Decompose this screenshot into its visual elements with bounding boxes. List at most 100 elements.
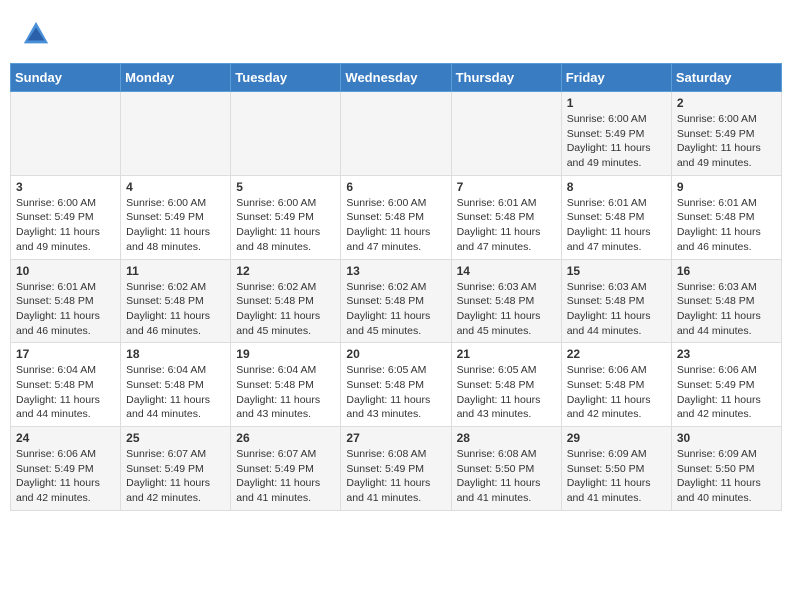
day-number: 17 (16, 347, 115, 361)
day-info: Sunrise: 6:07 AM Sunset: 5:49 PM Dayligh… (236, 447, 335, 506)
day-info: Sunrise: 6:01 AM Sunset: 5:48 PM Dayligh… (567, 196, 666, 255)
day-number: 28 (457, 431, 556, 445)
calendar-cell: 20 Sunrise: 6:05 AM Sunset: 5:48 PM Dayli… (341, 343, 451, 427)
day-info: Sunrise: 6:05 AM Sunset: 5:48 PM Dayligh… (346, 363, 445, 422)
day-info: Sunrise: 6:04 AM Sunset: 5:48 PM Dayligh… (126, 363, 225, 422)
day-number: 23 (677, 347, 776, 361)
day-number: 5 (236, 180, 335, 194)
day-info: Sunrise: 6:03 AM Sunset: 5:48 PM Dayligh… (677, 280, 776, 339)
calendar-cell: 30 Sunrise: 6:09 AM Sunset: 5:50 PM Dayli… (671, 427, 781, 511)
calendar-cell: 24 Sunrise: 6:06 AM Sunset: 5:49 PM Dayli… (11, 427, 121, 511)
calendar-week-row: 1Sunrise: 6:00 AM Sunset: 5:49 PM Daylig… (11, 92, 782, 176)
calendar-week-row: 17 Sunrise: 6:04 AM Sunset: 5:48 PM Dayli… (11, 343, 782, 427)
calendar-cell: 25 Sunrise: 6:07 AM Sunset: 5:49 PM Dayli… (121, 427, 231, 511)
day-number: 29 (567, 431, 666, 445)
calendar-body: 1Sunrise: 6:00 AM Sunset: 5:49 PM Daylig… (11, 92, 782, 511)
logo (20, 20, 50, 53)
calendar-cell (341, 92, 451, 176)
day-info: Sunrise: 6:07 AM Sunset: 5:49 PM Dayligh… (126, 447, 225, 506)
weekday-header-saturday: Saturday (671, 64, 781, 92)
calendar-cell: 7 Sunrise: 6:01 AM Sunset: 5:48 PM Daylig… (451, 175, 561, 259)
day-info: Sunrise: 6:02 AM Sunset: 5:48 PM Dayligh… (126, 280, 225, 339)
calendar-cell (121, 92, 231, 176)
calendar-cell: 23 Sunrise: 6:06 AM Sunset: 5:49 PM Dayli… (671, 343, 781, 427)
day-number: 24 (16, 431, 115, 445)
day-number: 19 (236, 347, 335, 361)
weekday-header-friday: Friday (561, 64, 671, 92)
calendar-cell: 10 Sunrise: 6:01 AM Sunset: 5:48 PM Dayli… (11, 259, 121, 343)
day-info: Sunrise: 6:04 AM Sunset: 5:48 PM Dayligh… (16, 363, 115, 422)
calendar-cell: 1Sunrise: 6:00 AM Sunset: 5:49 PM Daylig… (561, 92, 671, 176)
day-number: 7 (457, 180, 556, 194)
day-number: 26 (236, 431, 335, 445)
weekday-header-thursday: Thursday (451, 64, 561, 92)
calendar-cell: 28 Sunrise: 6:08 AM Sunset: 5:50 PM Dayli… (451, 427, 561, 511)
day-number: 25 (126, 431, 225, 445)
calendar-cell: 17 Sunrise: 6:04 AM Sunset: 5:48 PM Dayli… (11, 343, 121, 427)
day-number: 4 (126, 180, 225, 194)
day-info: Sunrise: 6:03 AM Sunset: 5:48 PM Dayligh… (457, 280, 556, 339)
day-number: 21 (457, 347, 556, 361)
day-info: Sunrise: 6:06 AM Sunset: 5:49 PM Dayligh… (16, 447, 115, 506)
day-info: Sunrise: 6:09 AM Sunset: 5:50 PM Dayligh… (677, 447, 776, 506)
calendar-cell: 8 Sunrise: 6:01 AM Sunset: 5:48 PM Daylig… (561, 175, 671, 259)
calendar-cell: 2 Sunrise: 6:00 AM Sunset: 5:49 PM Daylig… (671, 92, 781, 176)
day-info: Sunrise: 6:00 AM Sunset: 5:49 PM Dayligh… (567, 112, 666, 171)
day-info: Sunrise: 6:08 AM Sunset: 5:50 PM Dayligh… (457, 447, 556, 506)
day-number: 20 (346, 347, 445, 361)
day-info: Sunrise: 6:09 AM Sunset: 5:50 PM Dayligh… (567, 447, 666, 506)
day-info: Sunrise: 6:04 AM Sunset: 5:48 PM Dayligh… (236, 363, 335, 422)
page-header (10, 10, 782, 58)
day-number: 8 (567, 180, 666, 194)
calendar-cell: 29 Sunrise: 6:09 AM Sunset: 5:50 PM Dayli… (561, 427, 671, 511)
weekday-header-tuesday: Tuesday (231, 64, 341, 92)
calendar-cell: 13 Sunrise: 6:02 AM Sunset: 5:48 PM Dayli… (341, 259, 451, 343)
day-info: Sunrise: 6:00 AM Sunset: 5:49 PM Dayligh… (236, 196, 335, 255)
day-info: Sunrise: 6:01 AM Sunset: 5:48 PM Dayligh… (457, 196, 556, 255)
day-number: 30 (677, 431, 776, 445)
day-number: 2 (677, 96, 776, 110)
calendar-cell: 6Sunrise: 6:00 AM Sunset: 5:48 PM Daylig… (341, 175, 451, 259)
logo-icon (22, 20, 50, 48)
calendar-cell: 22 Sunrise: 6:06 AM Sunset: 5:48 PM Dayli… (561, 343, 671, 427)
day-info: Sunrise: 6:03 AM Sunset: 5:48 PM Dayligh… (567, 280, 666, 339)
day-info: Sunrise: 6:08 AM Sunset: 5:49 PM Dayligh… (346, 447, 445, 506)
day-number: 12 (236, 264, 335, 278)
calendar-cell: 14 Sunrise: 6:03 AM Sunset: 5:48 PM Dayli… (451, 259, 561, 343)
weekday-header-monday: Monday (121, 64, 231, 92)
calendar-cell: 21 Sunrise: 6:05 AM Sunset: 5:48 PM Dayli… (451, 343, 561, 427)
day-number: 14 (457, 264, 556, 278)
calendar-cell: 12 Sunrise: 6:02 AM Sunset: 5:48 PM Dayli… (231, 259, 341, 343)
day-info: Sunrise: 6:01 AM Sunset: 5:48 PM Dayligh… (16, 280, 115, 339)
calendar-cell: 18 Sunrise: 6:04 AM Sunset: 5:48 PM Dayli… (121, 343, 231, 427)
calendar-cell (451, 92, 561, 176)
day-number: 13 (346, 264, 445, 278)
day-number: 15 (567, 264, 666, 278)
day-info: Sunrise: 6:00 AM Sunset: 5:49 PM Dayligh… (677, 112, 776, 171)
day-info: Sunrise: 6:06 AM Sunset: 5:48 PM Dayligh… (567, 363, 666, 422)
day-number: 9 (677, 180, 776, 194)
day-info: Sunrise: 6:02 AM Sunset: 5:48 PM Dayligh… (346, 280, 445, 339)
calendar-cell: 26 Sunrise: 6:07 AM Sunset: 5:49 PM Dayli… (231, 427, 341, 511)
calendar-cell: 5 Sunrise: 6:00 AM Sunset: 5:49 PM Daylig… (231, 175, 341, 259)
day-number: 27 (346, 431, 445, 445)
day-info: Sunrise: 6:06 AM Sunset: 5:49 PM Dayligh… (677, 363, 776, 422)
calendar-cell (231, 92, 341, 176)
day-info: Sunrise: 6:02 AM Sunset: 5:48 PM Dayligh… (236, 280, 335, 339)
day-number: 18 (126, 347, 225, 361)
day-info: Sunrise: 6:01 AM Sunset: 5:48 PM Dayligh… (677, 196, 776, 255)
calendar-cell: 3Sunrise: 6:00 AM Sunset: 5:49 PM Daylig… (11, 175, 121, 259)
calendar-week-row: 3 Sunrise: 6:00 AM Sunset: 5:49 PM Daylig… (11, 175, 782, 259)
calendar-week-row: 24 Sunrise: 6:06 AM Sunset: 5:49 PM Dayli… (11, 427, 782, 511)
weekday-header-wednesday: Wednesday (341, 64, 451, 92)
calendar-week-row: 10 Sunrise: 6:01 AM Sunset: 5:48 PM Dayli… (11, 259, 782, 343)
day-number: 22 (567, 347, 666, 361)
calendar-table: SundayMondayTuesdayWednesdayThursdayFrid… (10, 63, 782, 511)
day-number: 10 (16, 264, 115, 278)
day-info: Sunrise: 6:00 AM Sunset: 5:49 PM Dayligh… (126, 196, 225, 255)
day-info: Sunrise: 6:05 AM Sunset: 5:48 PM Dayligh… (457, 363, 556, 422)
calendar-cell: 19 Sunrise: 6:04 AM Sunset: 5:48 PM Dayli… (231, 343, 341, 427)
day-number: 3 (16, 180, 115, 194)
calendar-cell (11, 92, 121, 176)
calendar-cell: 4 Sunrise: 6:00 AM Sunset: 5:49 PM Daylig… (121, 175, 231, 259)
